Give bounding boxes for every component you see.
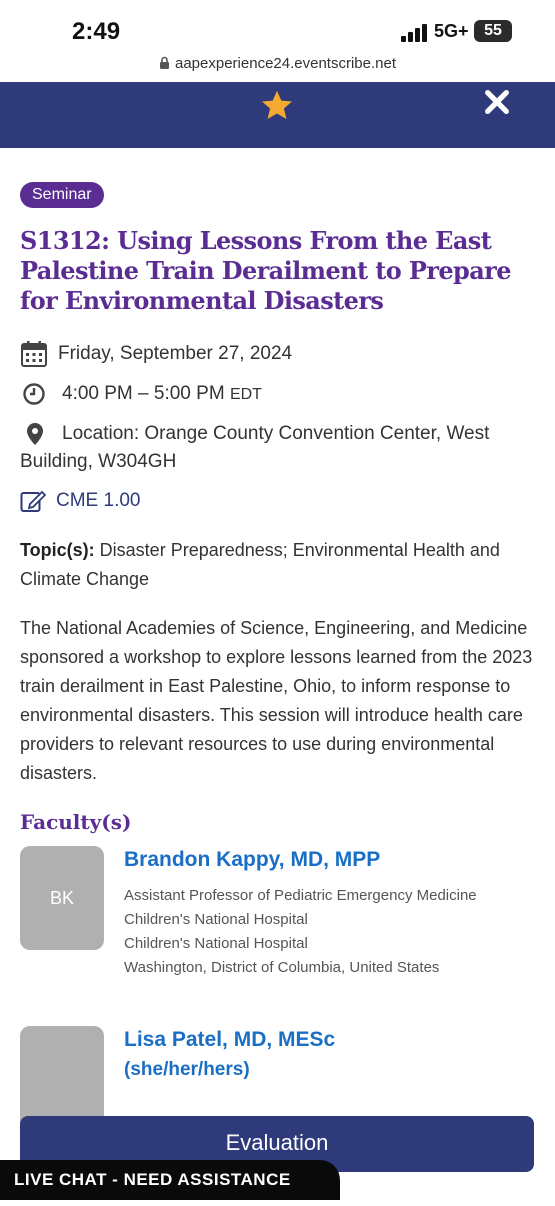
faculty-location: Washington, District of Columbia, United…: [124, 959, 440, 976]
session-detail: Seminar S1312: Using Lessons From the Ea…: [20, 182, 535, 1206]
faculty-role: Assistant Professor of Pediatric Emergen…: [124, 887, 477, 904]
faculty-heading: Faculty(s): [20, 810, 132, 834]
calendar-icon: [21, 341, 47, 367]
faculty-org: Children's National Hospital: [124, 935, 308, 952]
status-time: 2:49: [72, 18, 121, 45]
session-location: Location: Orange County Convention Cente…: [20, 420, 535, 476]
avatar: BK: [20, 846, 104, 950]
browser-url-bar[interactable]: aapexperience24.eventscribe.net: [0, 52, 555, 82]
time-text: 4:00 PM – 5:00 PM: [62, 383, 225, 404]
session-cme[interactable]: CME 1.00: [20, 486, 535, 516]
topics-label: Topic(s):: [20, 540, 95, 560]
session-time: 4:00 PM – 5:00 PM EDT: [20, 380, 535, 408]
faculty-pronouns: (she/her/hers): [124, 1059, 250, 1080]
battery-icon: 55: [474, 20, 512, 42]
faculty-info: Assistant Professor of Pediatric Emergen…: [124, 884, 524, 980]
clock-icon: [23, 383, 45, 405]
faculty-item[interactable]: BK Brandon Kappy, MD, MPP Assistant Prof…: [20, 846, 535, 1026]
cme-text: CME 1.00: [56, 490, 141, 511]
lock-icon: [160, 56, 169, 69]
location-text: Location: Orange County Convention Cente…: [20, 423, 490, 472]
session-title: S1312: Using Lessons From the East Pales…: [20, 226, 511, 315]
network-type: 5G+: [434, 21, 469, 41]
faculty-name[interactable]: Lisa Patel, MD, MESc: [124, 1028, 335, 1052]
session-description: The National Academies of Science, Engin…: [20, 618, 533, 783]
session-date: Friday, September 27, 2024: [20, 340, 535, 368]
star-icon[interactable]: [259, 88, 295, 124]
top-nav: [0, 82, 555, 148]
map-pin-icon: [27, 423, 43, 445]
status-bar: 2:49 5G+ 55: [0, 0, 555, 52]
url-text: aapexperience24.eventscribe.net: [175, 55, 396, 72]
faculty-org: Children's National Hospital: [124, 911, 308, 928]
timezone-text: EDT: [229, 386, 262, 403]
cellular-signal-icon: [401, 22, 429, 42]
date-text: Friday, September 27, 2024: [58, 343, 293, 364]
edit-icon: [20, 490, 46, 512]
live-chat-button[interactable]: LIVE CHAT - NEED ASSISTANCE: [0, 1160, 340, 1200]
faculty-name[interactable]: Brandon Kappy, MD, MPP: [124, 848, 380, 872]
session-topics: Topic(s): Disaster Preparedness; Environ…: [20, 536, 535, 594]
close-icon[interactable]: [483, 88, 511, 116]
avatar: [20, 1026, 104, 1130]
session-type-badge: Seminar: [20, 182, 104, 208]
